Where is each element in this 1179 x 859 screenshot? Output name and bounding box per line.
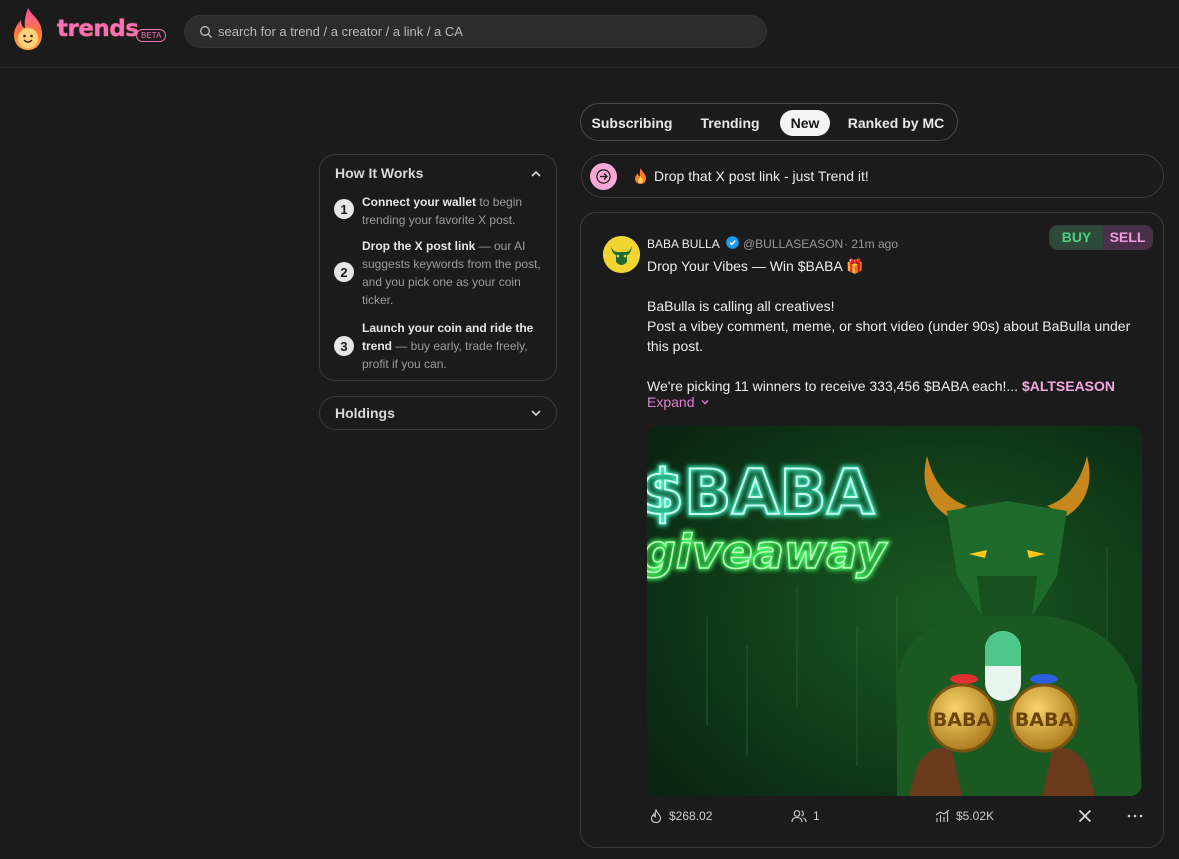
tab-ranked-by-mc[interactable]: Ranked by MC (839, 110, 953, 136)
svg-text:BABA: BABA (1015, 709, 1074, 731)
fire-icon (635, 168, 646, 184)
tab-new[interactable]: New (780, 110, 830, 136)
step-2: 2 Drop the X post link — our AI suggests… (334, 237, 544, 309)
svg-text:giveaway: giveaway (647, 525, 888, 579)
post-paragraph: BaBulla is calling all creatives! (647, 298, 835, 314)
users-icon (791, 810, 807, 823)
holdings-panel[interactable]: Holdings (319, 396, 557, 430)
hashtag-link[interactable]: $ALTSEASON (1022, 378, 1115, 394)
step-number: 1 (334, 199, 354, 219)
flame-logo-icon[interactable] (8, 6, 48, 52)
chevron-up-icon[interactable] (529, 167, 543, 181)
tab-subscribing[interactable]: Subscribing (587, 110, 677, 136)
buy-sell-toggle: BUY SELL (1049, 225, 1153, 250)
search-bar[interactable] (184, 15, 767, 48)
flame-icon (650, 809, 662, 823)
drop-link-bar[interactable]: Drop that X post link - just Trend it! (581, 154, 1164, 198)
giveaway-bull-image: $BABA $BABA giveaway giveaway BABA BABA (647, 426, 1142, 796)
post-card: BABA BULLA @BULLASEASON · 21m ago BUY SE… (580, 212, 1164, 848)
step-number: 2 (334, 262, 354, 282)
volume-stat: $268.02 (649, 809, 712, 823)
feed-tabs: Subscribing Trending New Ranked by MC (580, 103, 958, 141)
buy-button[interactable]: BUY (1050, 226, 1103, 249)
step-text: Drop the X post link — our AI suggests k… (362, 239, 541, 307)
post-paragraph: Post a vibey comment, meme, or short vid… (647, 318, 1131, 354)
how-it-works-panel: How It Works 1 Connect your wallet to be… (319, 154, 557, 381)
svg-text:BABA: BABA (933, 709, 992, 731)
top-header: trends BETA (0, 0, 1179, 68)
post-headline: Drop Your Vibes — Win $BABA 🎁 (647, 258, 864, 274)
arrow-right-icon[interactable] (590, 163, 617, 190)
step-1: 1 Connect your wallet to begin trending … (334, 193, 544, 229)
bull-avatar-icon (603, 236, 640, 273)
avatar[interactable] (603, 236, 640, 273)
beta-badge: BETA (136, 29, 167, 42)
post-time: · 21m ago (844, 237, 899, 251)
post-handle[interactable]: @BULLASEASON (743, 237, 843, 251)
bar-chart-icon (935, 809, 950, 822)
step-text: Connect your wallet to begin trending yo… (362, 195, 523, 227)
holders-stat: 1 (791, 809, 820, 823)
market-cap-stat: $5.02K (935, 809, 994, 823)
post-image[interactable]: $BABA $BABA giveaway giveaway BABA BABA (647, 426, 1142, 796)
search-icon (200, 25, 212, 38)
step-number: 3 (334, 336, 354, 356)
step-text: Launch your coin and ride the trend — bu… (362, 321, 534, 371)
how-it-works-title: How It Works (335, 165, 424, 181)
verified-badge-icon (726, 236, 739, 249)
sell-button[interactable]: SELL (1102, 226, 1152, 249)
expand-button[interactable]: Expand (647, 394, 710, 410)
x-logo-icon[interactable] (1078, 809, 1092, 823)
tab-trending[interactable]: Trending (687, 110, 773, 136)
chevron-down-icon[interactable] (529, 406, 543, 420)
post-paragraph: We're picking 11 winners to receive 333,… (647, 378, 1116, 394)
holdings-title: Holdings (335, 405, 395, 421)
post-text: Drop Your Vibes — Win $BABA 🎁 BaBulla is… (647, 256, 1147, 396)
drop-link-prompt: Drop that X post link - just Trend it! (654, 168, 869, 184)
chevron-down-icon (701, 400, 709, 405)
more-options-icon[interactable] (1127, 813, 1143, 819)
post-author[interactable]: BABA BULLA (647, 237, 720, 251)
svg-text:$BABA: $BABA (647, 456, 875, 529)
step-3: 3 Launch your coin and ride the trend — … (334, 319, 544, 373)
search-input[interactable] (218, 24, 738, 39)
app-logo-text[interactable]: trends (57, 16, 139, 42)
